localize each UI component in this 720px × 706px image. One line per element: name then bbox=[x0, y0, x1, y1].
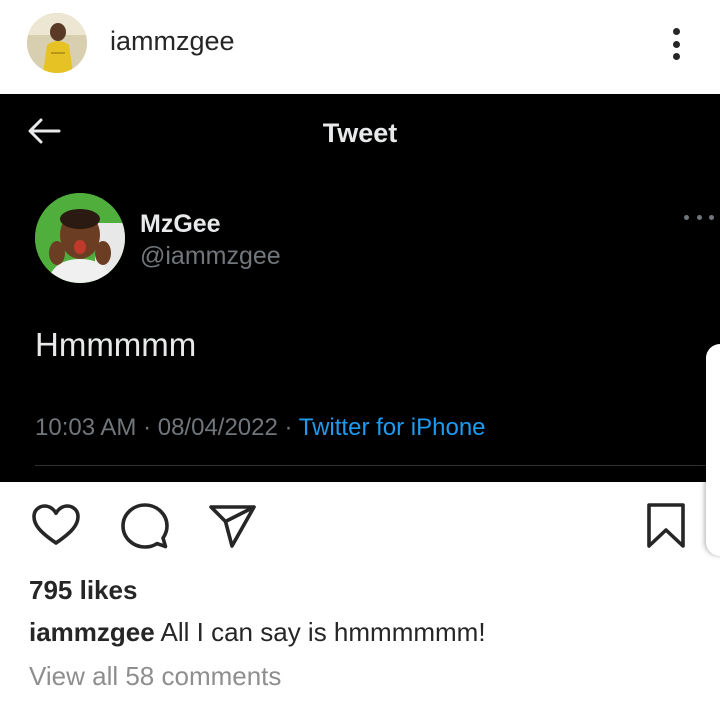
meta-separator: · bbox=[277, 414, 299, 441]
comment-bubble-icon[interactable] bbox=[118, 500, 170, 552]
more-horizontal-icon bbox=[684, 215, 714, 223]
tweet-author-avatar bbox=[35, 193, 125, 283]
tweet-screen-title: Tweet bbox=[322, 118, 398, 148]
tweet-text: Hmmmmm bbox=[35, 326, 197, 363]
owner-avatar[interactable] bbox=[27, 13, 87, 73]
tweet-screenshot: Tweet MzGee @iammzgee Hmmmmm 10:03 AM · … bbox=[0, 94, 720, 482]
tweet-divider bbox=[35, 465, 720, 466]
post-header: iammzgee bbox=[0, 0, 720, 94]
heart-icon[interactable] bbox=[30, 500, 82, 552]
tweet-time: 10:03 AM bbox=[35, 414, 137, 441]
tweet-display-name: MzGee bbox=[140, 210, 221, 238]
bookmark-icon[interactable] bbox=[640, 500, 692, 552]
tweet-meta: 10:03 AM · 08/04/2022 · Twitter for iPho… bbox=[35, 414, 486, 442]
more-vertical-icon[interactable] bbox=[660, 24, 692, 64]
tweet-handle: @iammzgee bbox=[140, 242, 281, 270]
post-action-bar bbox=[0, 500, 720, 552]
caption-text: All I can say is hmmmmmm! bbox=[160, 617, 486, 647]
post-caption: iammzgee All I can say is hmmmmmm! bbox=[29, 617, 486, 648]
tweet-date: 08/04/2022 bbox=[157, 414, 278, 441]
meta-separator: · bbox=[136, 414, 158, 441]
tweet-source: Twitter for iPhone bbox=[298, 414, 486, 441]
likes-count[interactable]: 795 likes bbox=[29, 575, 137, 606]
view-comments-link[interactable]: View all 58 comments bbox=[29, 661, 281, 692]
paper-plane-icon[interactable] bbox=[206, 500, 258, 552]
owner-username[interactable]: iammzgee bbox=[110, 26, 235, 57]
caption-username[interactable]: iammzgee bbox=[29, 617, 155, 647]
